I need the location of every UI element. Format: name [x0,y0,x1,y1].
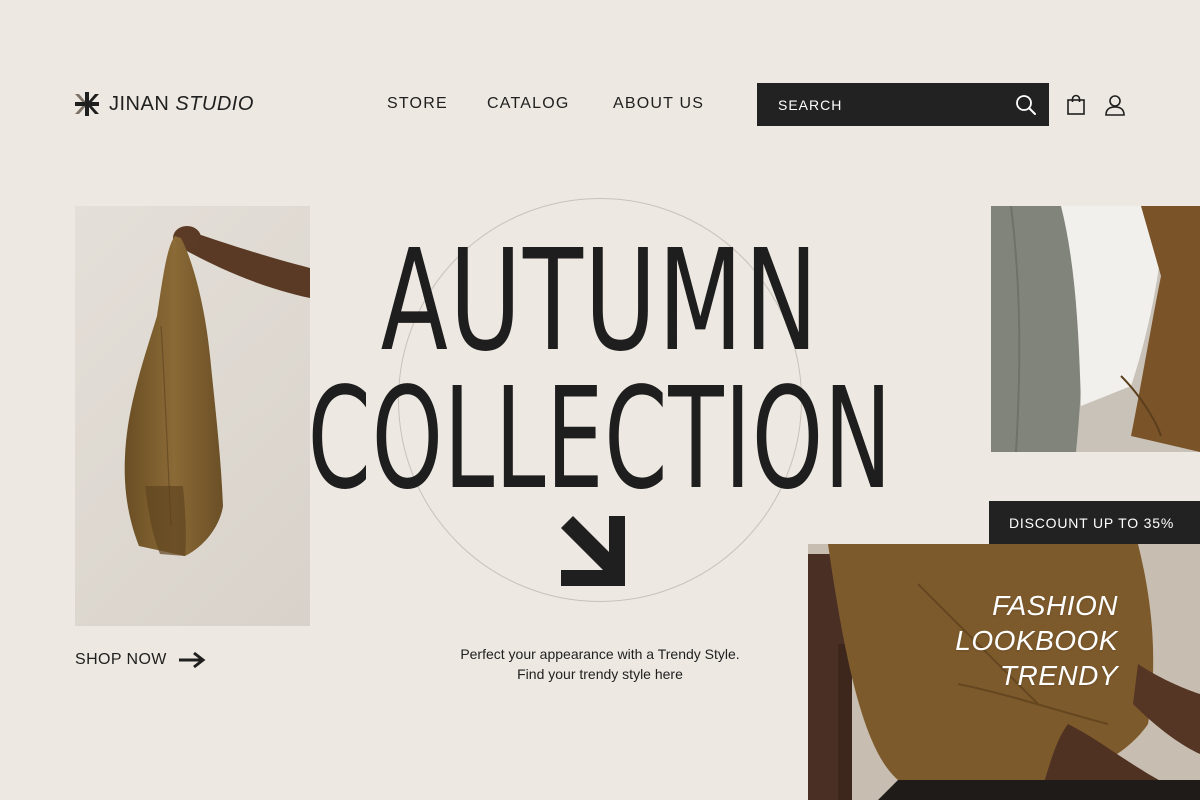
search-icon[interactable] [1015,94,1037,116]
shop-now-link[interactable]: SHOP NOW [75,651,207,669]
lookbook-line3: TRENDY [999,660,1118,691]
discount-badge[interactable]: DISCOUNT UP TO 35% [989,501,1200,544]
nav-catalog[interactable]: CATALOG [487,95,570,113]
nav-about-us[interactable]: ABOUT US [613,95,704,113]
brand-mark-icon [75,92,99,116]
search-input[interactable]: SEARCH [757,83,1049,126]
shop-now-label: SHOP NOW [75,651,167,668]
lookbook-caption: FASHION LOOKBOOK TRENDY [955,588,1118,693]
brand-name: JINAN STUDIO [109,93,254,116]
hero-title-line1: AUTUMN [380,220,820,383]
arrow-right-icon [178,651,206,669]
hero-tagline: Perfect your appearance with a Trendy St… [400,644,800,684]
tagline-line1: Perfect your appearance with a Trendy St… [460,646,740,662]
user-icon [1105,95,1125,116]
product-photo-shirts-rack[interactable] [991,206,1200,452]
lookbook-line1: FASHION [992,590,1118,621]
brand-name-regular: JINAN [109,92,170,115]
nav-store[interactable]: STORE [387,95,448,113]
tagline-line2: Find your trendy style here [517,666,683,682]
brand-name-italic: STUDIO [175,92,254,115]
cart-button[interactable] [1064,93,1088,117]
account-button[interactable] [1103,93,1127,117]
shopping-bag-icon [1067,94,1085,115]
search-placeholder: SEARCH [778,96,843,113]
arrow-down-right-icon [561,516,625,586]
brand-logo[interactable]: JINAN STUDIO [75,90,254,118]
shirts-rack-image [991,206,1200,452]
lookbook-line2: LOOKBOOK [955,625,1118,656]
hero-title-line2: COLLECTION [307,358,893,521]
